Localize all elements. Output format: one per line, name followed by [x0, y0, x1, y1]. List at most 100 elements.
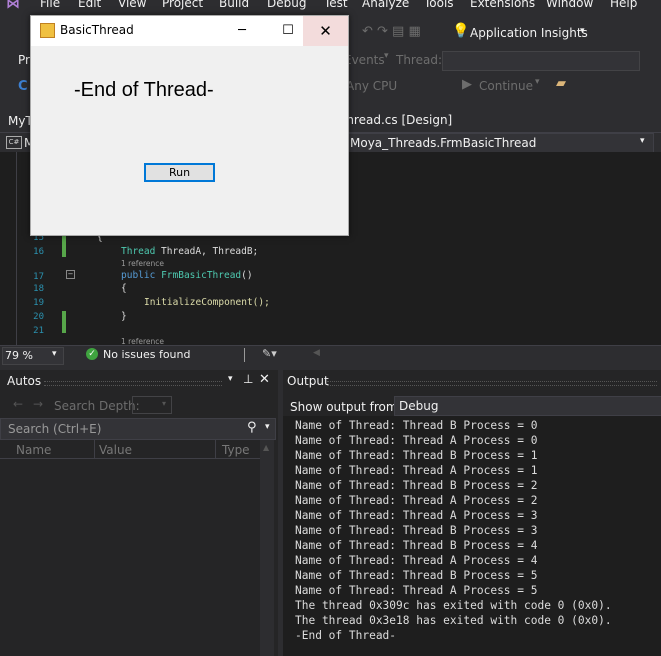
chevron-down-icon: ▾ — [162, 399, 167, 408]
menu-window[interactable]: Window — [546, 0, 593, 10]
zoom-value: 79 % — [5, 349, 33, 362]
output-text-area[interactable]: Name of Thread: Thread B Process = 0 Nam… — [283, 416, 661, 656]
column-header-type[interactable]: Type — [222, 443, 250, 457]
output-line: Name of Thread: Thread A Process = 1 — [295, 464, 538, 477]
collapse-icon[interactable]: − — [66, 270, 75, 279]
column-divider[interactable] — [215, 440, 216, 458]
column-header-name[interactable]: Name — [16, 443, 51, 457]
output-line: Name of Thread: Thread A Process = 5 — [295, 584, 538, 597]
output-panel: Output Show output from: Debug Name of T… — [283, 370, 661, 656]
menu-extensions[interactable]: Extensions — [470, 0, 535, 10]
close-button[interactable]: ✕ — [303, 16, 348, 46]
autos-scrollbar[interactable]: ▲ — [260, 440, 274, 656]
column-header-value[interactable]: Value — [99, 443, 132, 457]
output-line: Name of Thread: Thread A Process = 0 — [295, 434, 538, 447]
menu-tools[interactable]: Tools — [424, 0, 454, 10]
window-titlebar[interactable]: BasicThread ─ ☐ ✕ — [31, 16, 348, 46]
check-icon: ✓ — [86, 348, 98, 360]
output-line: Name of Thread: Thread B Process = 2 — [295, 479, 538, 492]
events-label: Events — [344, 53, 385, 67]
autos-search-box[interactable]: Search (Ctrl+E) ⚲ ▾ — [0, 418, 276, 440]
panel-grip[interactable] — [327, 381, 657, 386]
debug-toolbar-icons: ↶ ↷ ▤ ▦ — [362, 24, 421, 39]
output-line: Name of Thread: Thread B Process = 4 — [295, 539, 538, 552]
menu-test[interactable]: Test — [324, 0, 348, 10]
output-line: Name of Thread: Thread B Process = 0 — [295, 419, 538, 432]
code-lens[interactable]: 1 reference — [121, 259, 164, 268]
scroll-left-icon[interactable]: ◀ — [313, 348, 320, 358]
code-line: { — [121, 283, 127, 294]
output-line: Name of Thread: Thread A Process = 4 — [295, 554, 538, 567]
chevron-down-icon[interactable]: ▾ — [384, 51, 389, 61]
app-insights-button[interactable]: Application Insights — [470, 26, 588, 40]
back-arrow-icon[interactable]: ← — [13, 397, 23, 411]
lightbulb-icon: 💡 — [452, 23, 470, 39]
line-number: 21 — [33, 326, 44, 336]
output-source-combo[interactable]: Debug — [394, 396, 661, 416]
pin-icon[interactable]: ⊥ — [243, 372, 253, 386]
play-icon[interactable]: ▶ — [462, 77, 472, 92]
platform-combo[interactable]: Any CPU — [346, 79, 397, 93]
chevron-down-icon[interactable]: ▾ — [265, 422, 270, 432]
output-line: Name of Thread: Thread B Process = 5 — [295, 569, 538, 582]
output-line: Name of Thread: Thread B Process = 3 — [295, 524, 538, 537]
menu-analyze[interactable]: Analyze — [362, 0, 409, 10]
zoom-combo[interactable]: 79 % ▾ — [2, 347, 64, 365]
csharp-icon: C# — [6, 136, 22, 149]
search-icon[interactable]: ⚲ — [247, 420, 257, 435]
editor-margin — [16, 152, 17, 345]
basicthread-window: BasicThread ─ ☐ ✕ -End of Thread- Run — [30, 15, 349, 236]
menu-debug[interactable]: Debug — [267, 0, 306, 10]
code-line: public FrmBasicThread() — [121, 270, 253, 281]
output-line: Name of Thread: Thread A Process = 3 — [295, 509, 538, 522]
forward-arrow-icon[interactable]: → — [33, 397, 43, 411]
chevron-down-icon: ▾ — [640, 136, 645, 146]
menu-edit[interactable]: Edit — [78, 0, 101, 10]
menu-help[interactable]: Help — [610, 0, 637, 10]
menu-build[interactable]: Build — [219, 0, 249, 10]
search-input[interactable]: Search (Ctrl+E) — [8, 422, 101, 436]
output-line: -End of Thread- — [295, 629, 397, 642]
output-line: Name of Thread: Thread A Process = 2 — [295, 494, 538, 507]
class-combo-label: Moya_Threads.FrmBasicThread — [350, 136, 537, 150]
continue-button[interactable]: Continue — [479, 79, 533, 93]
line-number: 19 — [33, 298, 44, 308]
class-combo[interactable]: Moya_Threads.FrmBasicThread ▾ — [345, 133, 654, 154]
menu-project[interactable]: Project — [162, 0, 203, 10]
change-marker — [62, 311, 66, 333]
chevron-down-icon[interactable]: ▾ — [580, 26, 585, 36]
menu-view[interactable]: View — [118, 0, 146, 10]
issues-status[interactable]: No issues found — [103, 348, 190, 361]
output-title: Output — [287, 374, 329, 388]
navigate-back-icon[interactable]: C — [18, 79, 28, 94]
output-line: The thread 0x309c has exited with code 0… — [295, 599, 612, 612]
divider — [244, 348, 245, 362]
code-line: Thread ThreadA, ThreadB; — [121, 246, 259, 257]
column-divider[interactable] — [94, 440, 95, 458]
tab-form-design[interactable]: Thread.cs [Design] — [339, 110, 452, 131]
search-depth-label: Search Depth: — [54, 399, 140, 413]
run-button[interactable]: Run — [144, 163, 215, 182]
folder-icon[interactable]: ▰ — [556, 76, 566, 91]
chevron-down-icon: ▾ — [52, 349, 57, 359]
chevron-down-icon[interactable]: ▾ — [228, 374, 233, 384]
app-icon — [40, 23, 55, 38]
panel-grip[interactable] — [44, 381, 222, 386]
toolbar-label-pr: Pr — [18, 53, 30, 67]
line-number: 17 — [33, 272, 44, 282]
minimize-button[interactable]: ─ — [219, 17, 265, 45]
show-output-label: Show output from: — [290, 400, 402, 414]
editor-status-bar: 79 % ▾ ✓ No issues found ✎▾ ◀ — [0, 345, 661, 365]
menu-file[interactable]: File — [40, 0, 60, 10]
window-title: BasicThread — [60, 23, 134, 37]
thread-combo[interactable] — [442, 51, 640, 71]
scroll-up-icon[interactable]: ▲ — [263, 443, 269, 452]
search-depth-combo[interactable]: ▾ — [132, 396, 172, 414]
brush-icon[interactable]: ✎▾ — [262, 347, 277, 360]
line-number: 20 — [33, 312, 44, 322]
thread-label: Thread: — [396, 53, 443, 67]
chevron-down-icon[interactable]: ▾ — [535, 77, 540, 87]
close-icon[interactable]: ✕ — [259, 372, 270, 387]
code-line: InitializeComponent(); — [144, 297, 270, 308]
end-of-thread-label: -End of Thread- — [74, 79, 214, 101]
